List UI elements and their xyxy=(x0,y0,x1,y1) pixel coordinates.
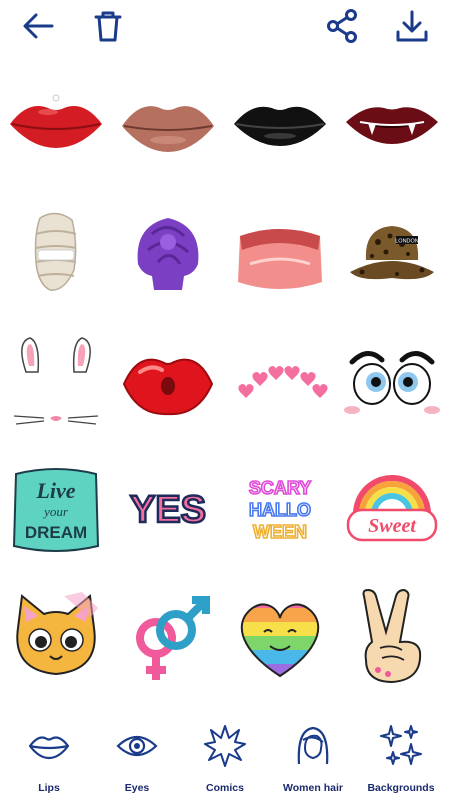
sticker-yes[interactable]: YES xyxy=(112,446,224,574)
sticker-text-yes: YES xyxy=(130,489,206,531)
hat-label: LONDON xyxy=(395,239,419,245)
sticker-bunny-face[interactable] xyxy=(0,318,112,446)
sticker-rainbow-heart[interactable] xyxy=(224,574,336,702)
sticker-text-dream: DREAM xyxy=(25,523,87,542)
nav-label-lips: Lips xyxy=(38,782,60,794)
trash-icon[interactable] xyxy=(86,4,130,48)
nav-item-women-hair[interactable]: Women hair xyxy=(270,724,356,800)
nav-item-lips[interactable]: Lips xyxy=(6,724,92,800)
top-toolbar xyxy=(0,0,450,52)
download-icon[interactable] xyxy=(390,4,434,48)
sticker-text-hallo: HALLO xyxy=(249,500,311,520)
sticker-hearts-crown[interactable] xyxy=(224,318,336,446)
sticker-sweet-rainbow[interactable]: Sweet xyxy=(336,446,448,574)
nav-label-backgrounds: Backgrounds xyxy=(367,782,435,794)
sticker-text-ween: WEEN xyxy=(253,522,307,542)
eye-icon xyxy=(116,735,158,757)
lips-icon xyxy=(28,736,70,760)
sticker-kiss-lips[interactable] xyxy=(112,318,224,446)
sticker-purple-turban[interactable] xyxy=(112,190,224,318)
nav-item-comics[interactable]: Comics xyxy=(182,724,268,800)
nav-label-women-hair: Women hair xyxy=(283,782,343,794)
sticker-nude-lips[interactable] xyxy=(112,62,224,190)
sticker-text-live: Live xyxy=(35,478,75,503)
comic-burst-icon xyxy=(204,725,246,767)
share-icon[interactable] xyxy=(320,4,364,48)
sticker-text-sweet: Sweet xyxy=(368,515,417,537)
sticker-kitty-face[interactable] xyxy=(0,574,112,702)
sticker-bandage-mask[interactable] xyxy=(0,190,112,318)
bottom-category-nav: Lips Eyes Comics Women hair Backgrounds xyxy=(0,724,450,800)
sticker-cartoon-eyes[interactable] xyxy=(336,318,448,446)
sticker-red-lips[interactable] xyxy=(0,62,112,190)
sticker-text-scary: SCARY xyxy=(249,478,311,498)
nav-label-comics: Comics xyxy=(206,782,244,794)
nav-item-eyes[interactable]: Eyes xyxy=(94,724,180,800)
sticker-peace-hand[interactable] xyxy=(336,574,448,702)
sticker-leopard-bucket-hat[interactable]: LONDON xyxy=(336,190,448,318)
sticker-black-lips[interactable] xyxy=(224,62,336,190)
nav-item-backgrounds[interactable]: Backgrounds xyxy=(358,724,444,800)
sticker-live-your-dream[interactable]: Live your DREAM xyxy=(0,446,112,574)
sticker-text-your: your xyxy=(42,504,69,519)
woman-hair-icon xyxy=(297,726,329,765)
nav-label-eyes: Eyes xyxy=(124,782,150,794)
sparkles-icon xyxy=(380,725,422,765)
sticker-pink-visor[interactable] xyxy=(224,190,336,318)
sticker-vampire-lips[interactable] xyxy=(336,62,448,190)
sticker-scary-halloween[interactable]: SCARY HALLO WEEN xyxy=(224,446,336,574)
sticker-gender-symbols[interactable] xyxy=(112,574,224,702)
sticker-grid: LONDON Live your DREAM YES SCARY HALLO WEEN … xyxy=(0,62,450,702)
back-arrow-icon[interactable] xyxy=(16,4,60,48)
